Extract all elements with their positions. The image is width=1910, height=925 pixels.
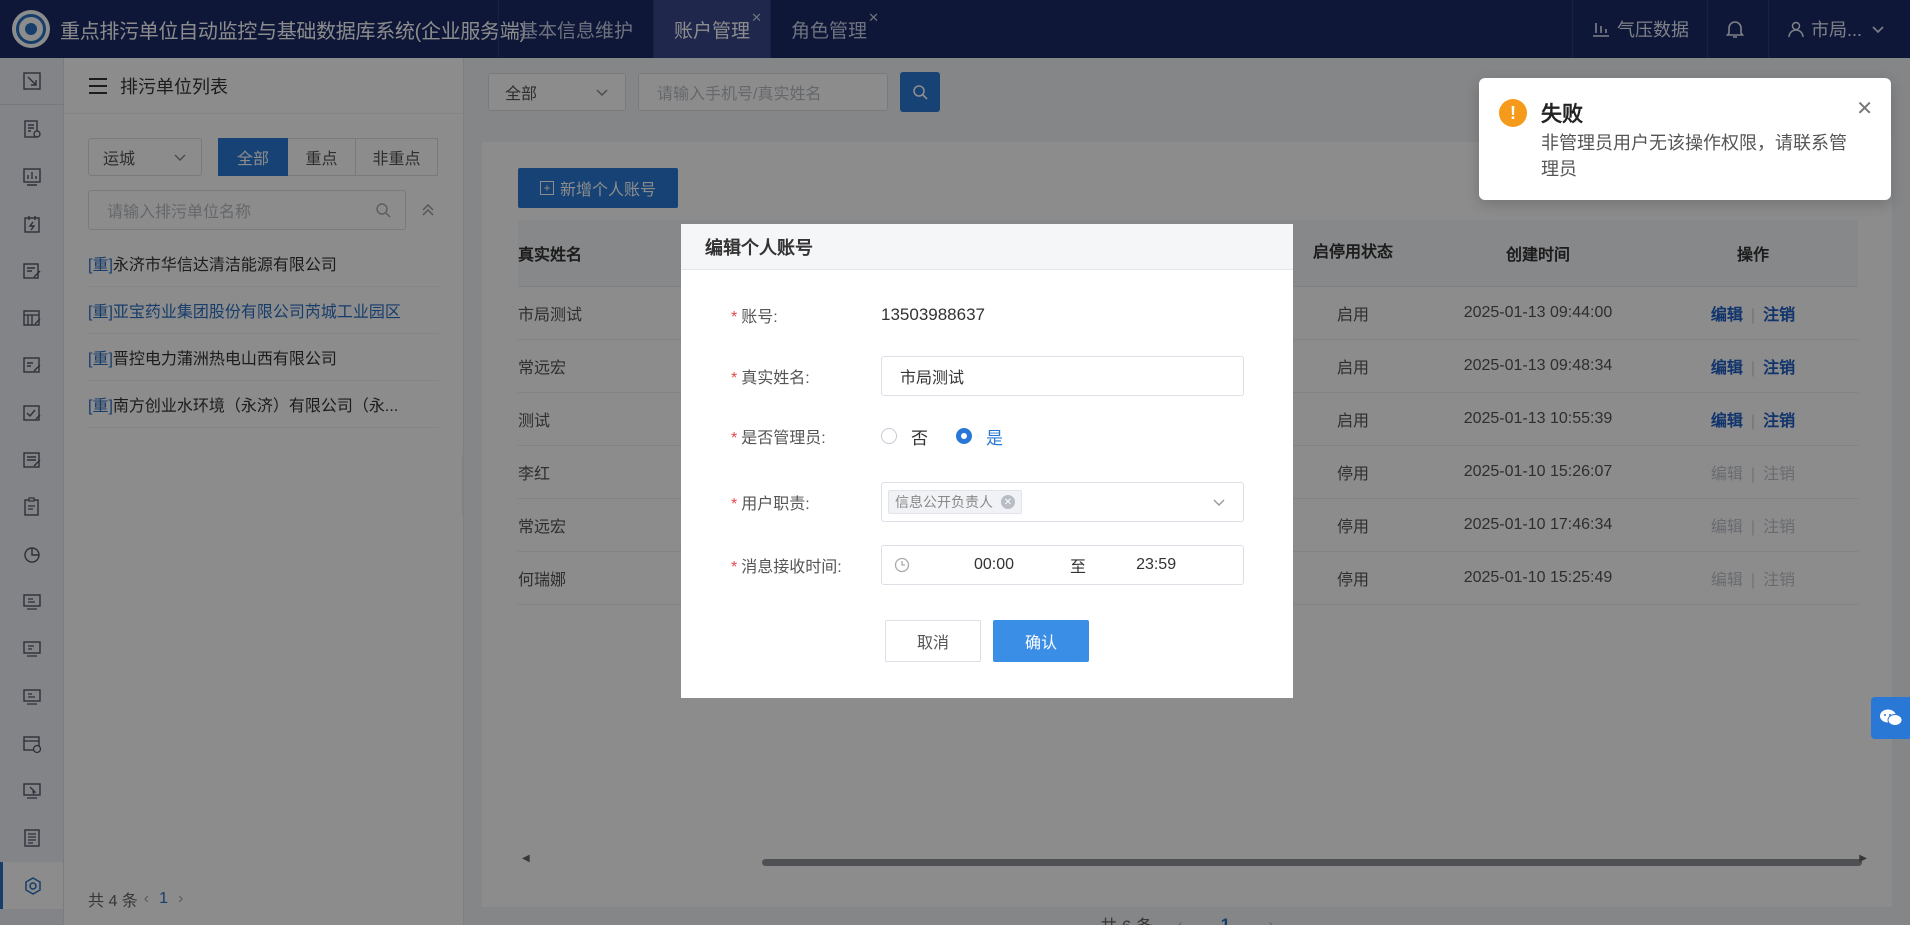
edit-account-dialog: 编辑个人账号 * 账号: 13503988637 * 真实姓名: 市局测试 * 是否管… — [681, 224, 1293, 698]
duty-label: * 用户职责: — [731, 496, 810, 513]
account-value: 13503988637 — [881, 305, 986, 324]
cancel-button[interactable]: 取消 — [885, 620, 981, 662]
clock-icon — [894, 557, 910, 573]
chat-float-button[interactable] — [1871, 697, 1910, 739]
time-label: * 消息接收时间: — [731, 559, 842, 576]
warning-icon: ! — [1499, 99, 1527, 127]
account-label: * 账号: — [731, 309, 778, 326]
time-start[interactable]: 00:00 — [974, 556, 1014, 574]
confirm-button[interactable]: 确认 — [993, 620, 1089, 662]
time-end[interactable]: 23:59 — [1136, 556, 1176, 574]
realname-label: * 真实姓名: — [731, 370, 810, 387]
admin-radio-yes[interactable]: 是 — [956, 424, 1003, 449]
realname-input[interactable]: 市局测试 — [881, 356, 1244, 396]
duty-select[interactable]: 信息公开负责人 ✕ — [881, 482, 1244, 522]
time-range-picker[interactable]: 00:00 至 23:59 — [881, 545, 1244, 585]
close-icon[interactable]: ✕ — [1856, 96, 1873, 121]
chip-remove-icon[interactable]: ✕ — [1001, 495, 1015, 509]
toast-title: 失败 — [1541, 103, 1583, 126]
toast-message: 非管理员用户无该操作权限，请联系管理员 — [1541, 133, 1847, 179]
admin-radio-no[interactable]: 否 — [881, 424, 928, 449]
admin-label: * 是否管理员: — [731, 430, 826, 447]
time-separator: 至 — [1070, 559, 1087, 576]
chevron-down-icon — [1213, 499, 1225, 506]
duty-chip: 信息公开负责人 ✕ — [888, 490, 1022, 514]
dialog-title: 编辑个人账号 — [681, 224, 1293, 270]
wechat-icon — [1879, 709, 1902, 726]
error-toast: ! 失败 非管理员用户无该操作权限，请联系管理员 ✕ — [1479, 78, 1891, 200]
